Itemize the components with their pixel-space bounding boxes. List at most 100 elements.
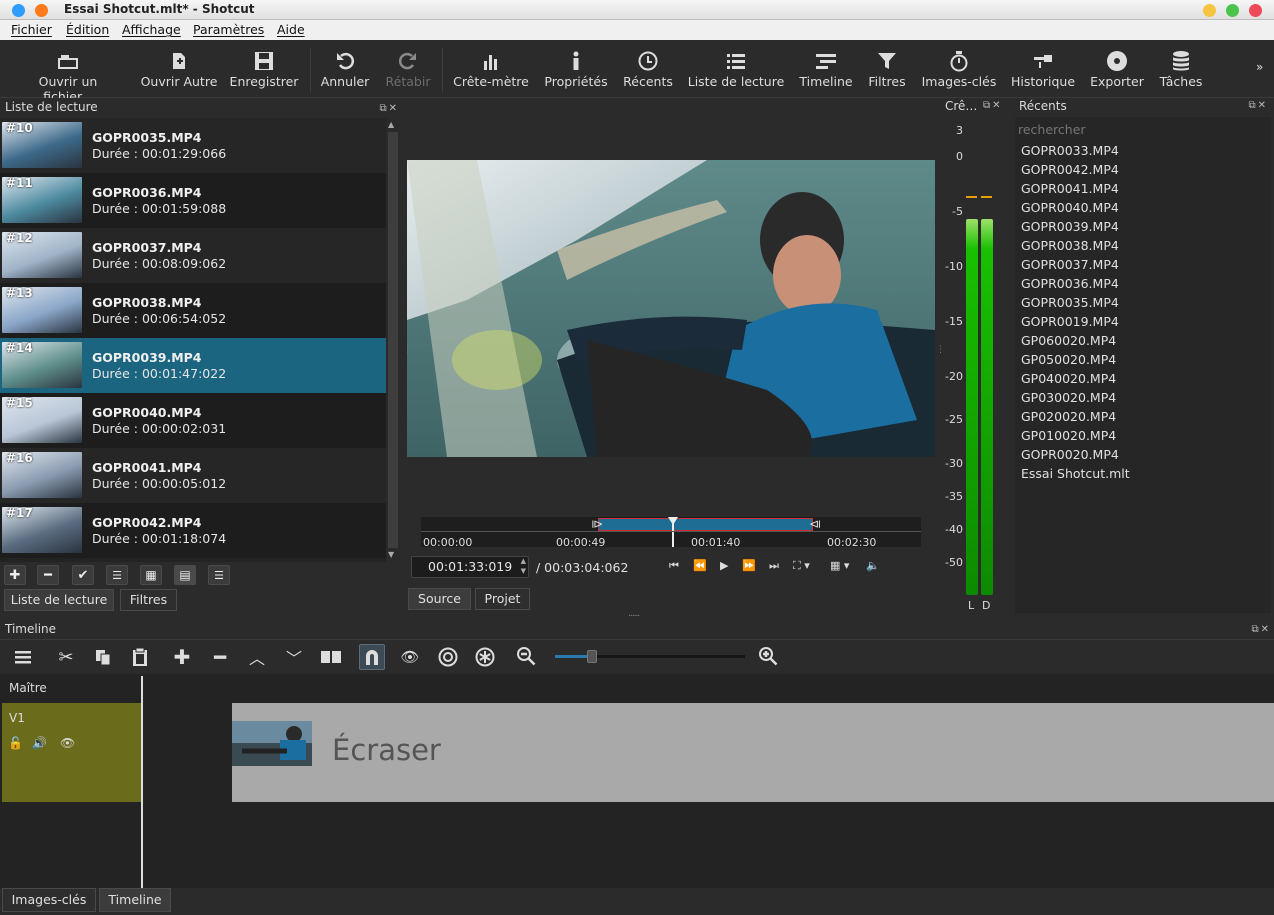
out-point-marker[interactable]: ⧏ [809,517,821,531]
keyframes-button[interactable]: Images-clés [920,48,998,89]
recent-item[interactable]: GP060020.MP4 [1021,333,1116,348]
playlist-add-button[interactable]: ✚ [4,565,26,585]
playlist-update-button[interactable]: ✔ [72,565,94,585]
timeline-menu-icon[interactable] [10,644,36,670]
video-preview[interactable] [407,160,935,457]
recent-item[interactable]: GOPR0019.MP4 [1021,314,1119,329]
playlist-remove-button[interactable]: ━ [37,565,59,585]
tab-source[interactable]: Source [408,588,471,610]
toolbar-overflow-button[interactable]: » [1256,60,1263,74]
menu-parametres[interactable]: Paramètres [193,22,264,37]
skip-next-icon[interactable]: ⏭ [769,559,779,573]
playlist-item[interactable]: #15 GOPR0040.MP4 Durée : 00:00:02:031 [0,393,386,448]
playlist-menu-button[interactable]: ☰ [208,565,230,585]
skip-previous-icon[interactable]: ⏮ [669,559,679,573]
recent-item[interactable]: GOPR0033.MP4 [1021,143,1119,158]
tab-keyframes[interactable]: Images-clés [2,888,96,912]
scroll-down-arrow[interactable]: ▼ [388,550,394,559]
peak-meter-button[interactable]: Crête-mètre [452,48,530,89]
recent-item[interactable]: GOPR0039.MP4 [1021,219,1119,234]
recent-item[interactable]: GP020020.MP4 [1021,409,1116,424]
ripple-all-tracks-icon[interactable] [472,644,498,670]
menu-aide[interactable]: Aide [277,22,305,37]
jobs-button[interactable]: Tâches [1156,48,1206,89]
playlist-item[interactable]: #16 GOPR0041.MP4 Durée : 00:00:05:012 [0,448,386,503]
playlist-item[interactable]: #12 GOPR0037.MP4 Durée : 00:08:09:062 [0,228,386,283]
tab-filters[interactable]: Filtres [120,589,177,611]
copy-icon[interactable] [90,644,116,670]
filters-button[interactable]: Filtres [866,48,908,89]
playlist-tiles-view-button[interactable]: ▦ [140,565,162,585]
open-other-button[interactable]: Ouvrir Autre [138,48,220,89]
lift-icon[interactable]: ︿ [244,644,270,670]
timeline-playhead[interactable] [141,676,143,888]
window-menu-dot[interactable] [12,4,25,17]
recent-item[interactable]: GP010020.MP4 [1021,428,1116,443]
scroll-thumb[interactable] [388,132,398,548]
ripple-delete-icon[interactable]: ━ [207,644,233,670]
zoom-slider-handle[interactable] [587,650,597,663]
playlist-item[interactable]: #10 GOPR0035.MP4 Durée : 00:01:29:066 [0,118,386,173]
recent-item[interactable]: GP030020.MP4 [1021,390,1116,405]
scrub-drag-icon[interactable]: 👁 [397,644,423,670]
panel-window-buttons[interactable]: ⧉✕ [1251,621,1271,639]
close-button[interactable] [1249,4,1262,17]
tab-playlist[interactable]: Liste de lecture [4,589,114,611]
playlist-item[interactable]: #14 GOPR0039.MP4 Durée : 00:01:47:022 [0,338,386,393]
hide-icon[interactable]: 👁 [60,736,75,750]
recent-button[interactable]: Récents [621,48,675,89]
splitter-handle[interactable]: ...... [628,609,640,619]
timecode-spinbox[interactable]: 00:01:33:019 ▲ ▼ [411,556,529,578]
playlist-item[interactable]: #13 GOPR0038.MP4 Durée : 00:06:54:052 [0,283,386,338]
menu-edition[interactable]: Édition [66,22,109,37]
in-point-marker[interactable]: ⧐ [591,517,603,531]
playhead[interactable] [668,517,678,547]
recent-item[interactable]: GOPR0040.MP4 [1021,200,1119,215]
playlist-icons-view-button[interactable]: ▤ [174,565,196,585]
maximize-button[interactable] [1226,4,1239,17]
append-icon[interactable]: ✚ [169,644,195,670]
export-button[interactable]: Exporter [1087,48,1147,89]
paste-icon[interactable] [127,644,153,670]
properties-button[interactable]: Propriétés [542,48,610,89]
playlist-details-view-button[interactable]: ☰ [106,565,128,585]
tab-timeline[interactable]: Timeline [99,888,171,912]
open-file-button[interactable]: Ouvrir un fichier... [13,48,123,104]
zoom-out-icon[interactable] [514,644,540,670]
rewind-icon[interactable]: ⏪ [693,559,707,572]
track-header-v1[interactable]: V1 🔓 🔊 👁 [2,703,141,802]
mute-icon[interactable]: 🔊 [32,736,47,750]
window-pin-dot[interactable] [35,4,48,17]
spin-arrows-icon[interactable]: ▲ ▼ [521,556,526,576]
playlist-item[interactable]: #17 GOPR0042.MP4 Durée : 00:01:18:074 [0,503,386,558]
save-button[interactable]: Enregistrer [229,48,299,89]
playlist-scrollbar[interactable]: ▲ ▼ [386,118,400,562]
panel-window-buttons[interactable]: ⧉✕ [983,100,1003,111]
recent-item[interactable]: GOPR0020.MP4 [1021,447,1119,462]
recent-search-input[interactable] [1016,119,1270,139]
undo-button[interactable]: Annuler [320,48,370,89]
recent-item[interactable]: GOPR0037.MP4 [1021,257,1119,272]
playlist-button[interactable]: Liste de lecture [687,48,785,89]
fast-forward-icon[interactable]: ⏩ [742,559,756,572]
zoom-slider[interactable] [555,650,745,663]
panel-window-buttons[interactable]: ⧉✕ [1248,100,1268,111]
recent-item[interactable]: GOPR0042.MP4 [1021,162,1119,177]
volume-icon[interactable]: 🔈 [866,559,880,572]
overwrite-icon[interactable]: ﹀ [281,644,307,670]
menu-affichage[interactable]: Affichage [122,22,181,37]
scroll-up-arrow[interactable]: ▲ [388,120,394,129]
timeline-button[interactable]: Timeline [797,48,855,89]
recent-item[interactable]: GOPR0038.MP4 [1021,238,1119,253]
recent-item[interactable]: GOPR0035.MP4 [1021,295,1119,310]
zoom-in-icon[interactable] [756,644,782,670]
ripple-icon[interactable] [435,644,461,670]
split-icon[interactable] [318,644,344,670]
recent-item[interactable]: GP040020.MP4 [1021,371,1116,386]
recent-item[interactable]: GP050020.MP4 [1021,352,1116,367]
left-splitter-handle[interactable]: ⋮ [403,345,412,355]
playlist-list[interactable]: #10 GOPR0035.MP4 Durée : 00:01:29:066 #11 GO… [0,118,386,562]
grid-overlay-icon[interactable]: ▦ ▾ [830,559,849,572]
menu-fichier[interactable]: Fichier [11,22,52,37]
cut-icon[interactable]: ✂ [53,644,79,670]
